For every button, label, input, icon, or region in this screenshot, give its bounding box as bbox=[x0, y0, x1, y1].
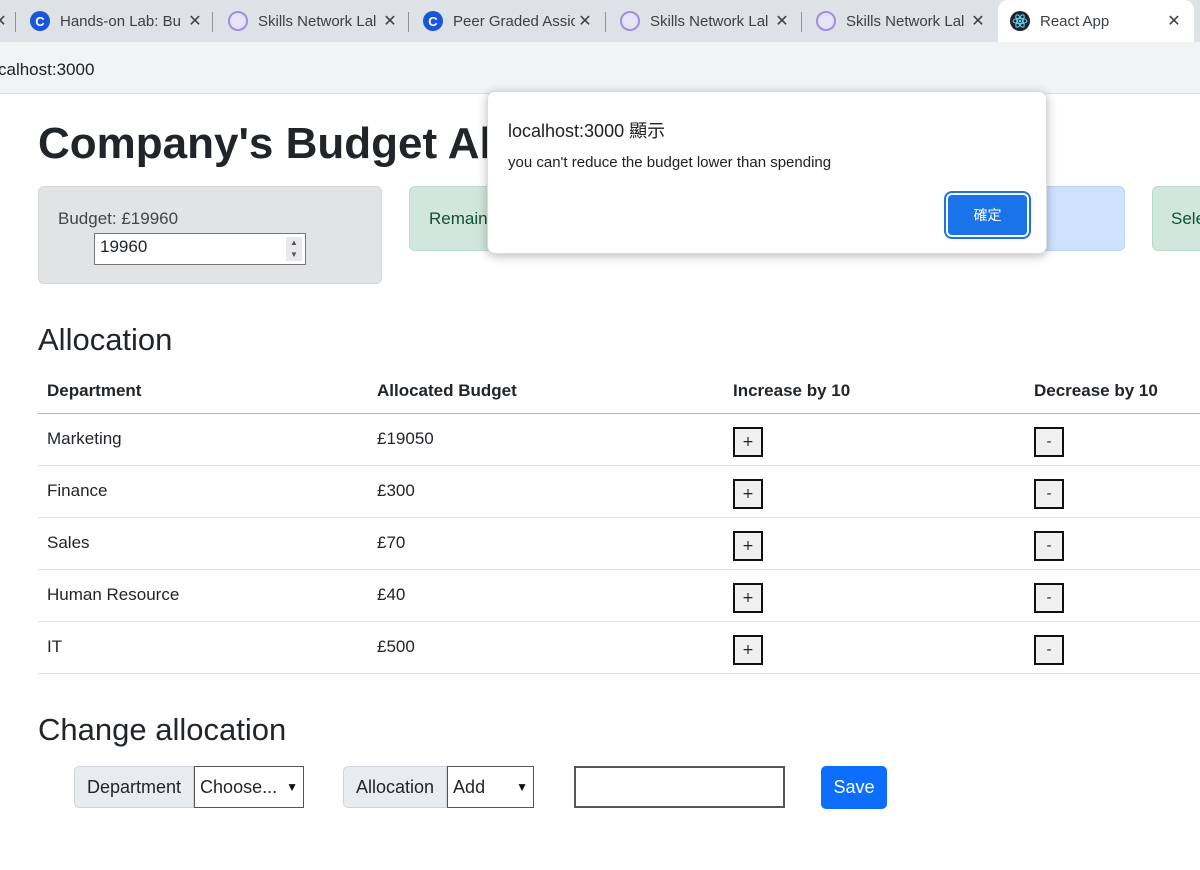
tab-title: Skills Network Lal bbox=[258, 12, 377, 30]
tab-separator bbox=[605, 12, 606, 32]
increase-button[interactable]: + bbox=[733, 427, 763, 457]
tab-partial[interactable]: ✕ bbox=[0, 0, 8, 42]
tab-skills-network-3[interactable]: Skills Network Lal ✕ bbox=[816, 0, 988, 42]
budget-cell: £40 bbox=[368, 569, 724, 622]
allocation-select[interactable]: Add ▼ bbox=[447, 766, 535, 808]
department-cell: Human Resource bbox=[38, 569, 368, 622]
tab-title: Peer Graded Assic bbox=[453, 12, 575, 30]
amount-input[interactable] bbox=[574, 766, 785, 808]
remaining-card: Remain bbox=[409, 186, 499, 251]
chevron-down-icon: ▼ bbox=[516, 780, 529, 794]
increase-button[interactable]: + bbox=[733, 531, 763, 561]
skills-network-icon bbox=[228, 11, 248, 31]
table-row: Finance £300 + - bbox=[38, 465, 1200, 518]
department-select-value: Choose... bbox=[200, 776, 278, 797]
department-cell: Finance bbox=[38, 465, 368, 518]
header-department: Department bbox=[38, 370, 368, 414]
department-select[interactable]: Choose... ▼ bbox=[194, 766, 305, 808]
allocation-table: Department Allocated Budget Increase by … bbox=[38, 370, 1200, 674]
page-title: Company's Budget All bbox=[38, 119, 504, 168]
tab-separator bbox=[801, 12, 802, 32]
department-cell: Marketing bbox=[38, 413, 368, 466]
budget-label: Budget: £19960 bbox=[58, 209, 179, 228]
table-row: Marketing £19050 + - bbox=[38, 413, 1200, 466]
budget-cell: £70 bbox=[368, 517, 724, 570]
header-increase: Increase by 10 bbox=[724, 370, 1025, 414]
spinner-up-icon[interactable]: ▲ bbox=[286, 237, 302, 249]
change-allocation-heading: Change allocation bbox=[38, 712, 287, 747]
table-row: IT £500 + - bbox=[38, 621, 1200, 674]
allocation-heading: Allocation bbox=[38, 322, 173, 357]
budget-input-value: 19960 bbox=[100, 237, 148, 256]
spinner-down-icon[interactable]: ▼ bbox=[286, 249, 302, 261]
tab-title: React App bbox=[1040, 12, 1110, 30]
decrease-button[interactable]: - bbox=[1034, 583, 1064, 613]
tab-peer-graded[interactable]: C Peer Graded Assic ✕ bbox=[423, 0, 595, 42]
skills-network-icon bbox=[620, 11, 640, 31]
react-icon bbox=[1010, 11, 1030, 31]
close-icon[interactable]: ✕ bbox=[1164, 11, 1184, 31]
allocation-label: Allocation bbox=[343, 766, 448, 808]
budget-cell: £300 bbox=[368, 465, 724, 518]
decrease-button[interactable]: - bbox=[1034, 531, 1064, 561]
budget-card: Budget: £19960 19960 ▲ ▼ bbox=[38, 186, 382, 284]
tab-title: Skills Network Lal bbox=[846, 12, 965, 30]
tab-title: Skills Network Lal bbox=[650, 12, 769, 30]
tab-react-app[interactable]: React App ✕ bbox=[998, 0, 1194, 42]
dialog-ok-button[interactable]: 確定 bbox=[948, 195, 1027, 235]
close-icon[interactable]: ✕ bbox=[968, 11, 988, 31]
department-label: Department bbox=[74, 766, 195, 808]
tab-separator bbox=[408, 12, 409, 32]
tab-hands-on-lab[interactable]: C Hands-on Lab: Bu ✕ bbox=[30, 0, 205, 42]
url-text[interactable]: calhost:3000 bbox=[0, 60, 94, 80]
increase-button[interactable]: + bbox=[733, 635, 763, 665]
allocation-input-group: Allocation Add ▼ bbox=[343, 766, 535, 808]
dialog-title: localhost:3000 顯示 bbox=[508, 121, 666, 141]
table-header-row: Department Allocated Budget Increase by … bbox=[38, 370, 1200, 414]
budget-cell: £500 bbox=[368, 621, 724, 674]
table-row: Human Resource £40 + - bbox=[38, 569, 1200, 622]
tab-skills-network-1[interactable]: Skills Network Lal ✕ bbox=[228, 0, 400, 42]
close-icon[interactable]: ✕ bbox=[185, 11, 205, 31]
tab-skills-network-2[interactable]: Skills Network Lal ✕ bbox=[620, 0, 792, 42]
close-icon[interactable]: ✕ bbox=[0, 11, 10, 31]
currency-label: Sele bbox=[1171, 209, 1200, 228]
allocation-select-value: Add bbox=[453, 776, 486, 797]
chevron-down-icon: ▼ bbox=[286, 780, 299, 794]
tab-separator bbox=[15, 12, 16, 32]
department-cell: Sales bbox=[38, 517, 368, 570]
close-icon[interactable]: ✕ bbox=[380, 11, 400, 31]
skills-network-icon bbox=[816, 11, 836, 31]
increase-button[interactable]: + bbox=[733, 583, 763, 613]
coursera-icon: C bbox=[423, 11, 443, 31]
budget-input[interactable]: 19960 ▲ ▼ bbox=[94, 233, 306, 265]
address-bar[interactable]: calhost:3000 bbox=[0, 42, 1200, 94]
department-input-group: Department Choose... ▼ bbox=[74, 766, 305, 808]
decrease-button[interactable]: - bbox=[1034, 479, 1064, 509]
budget-cell: £19050 bbox=[368, 413, 724, 466]
header-decrease: Decrease by 10 bbox=[1025, 370, 1200, 414]
decrease-button[interactable]: - bbox=[1034, 427, 1064, 457]
currency-card: Sele bbox=[1152, 186, 1200, 251]
dialog-message: you can't reduce the budget lower than s… bbox=[508, 154, 832, 171]
decrease-button[interactable]: - bbox=[1034, 635, 1064, 665]
close-icon[interactable]: ✕ bbox=[772, 11, 792, 31]
department-cell: IT bbox=[38, 621, 368, 674]
save-button[interactable]: Save bbox=[821, 766, 887, 809]
header-allocated-budget: Allocated Budget bbox=[368, 370, 724, 414]
alert-dialog: localhost:3000 顯示 you can't reduce the b… bbox=[487, 91, 1047, 254]
coursera-icon: C bbox=[30, 11, 50, 31]
tab-title: Hands-on Lab: Bu bbox=[60, 12, 181, 30]
increase-button[interactable]: + bbox=[733, 479, 763, 509]
remaining-label: Remain bbox=[429, 209, 488, 228]
browser-tab-bar: ✕ C Hands-on Lab: Bu ✕ Skills Network La… bbox=[0, 0, 1200, 42]
budget-spinner[interactable]: ▲ ▼ bbox=[286, 237, 302, 261]
spent-card bbox=[1040, 186, 1125, 251]
table-row: Sales £70 + - bbox=[38, 517, 1200, 570]
close-icon[interactable]: ✕ bbox=[575, 11, 595, 31]
tab-separator bbox=[212, 12, 213, 32]
